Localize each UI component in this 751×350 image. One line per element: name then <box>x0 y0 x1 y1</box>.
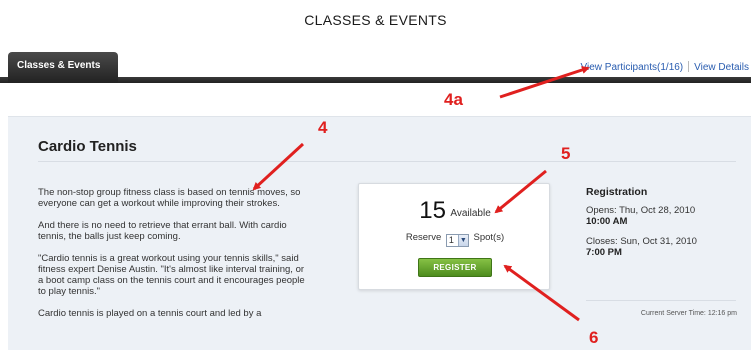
arrow-5 <box>494 169 547 214</box>
callout-6: 6 <box>589 328 599 347</box>
callout-5: 5 <box>561 144 571 163</box>
arrow-4a <box>499 66 590 99</box>
callout-4a: 4a <box>444 90 463 109</box>
callout-4: 4 <box>318 118 328 137</box>
arrow-4 <box>252 142 305 191</box>
annotation-overlay <box>252 66 590 322</box>
arrow-6 <box>503 264 580 322</box>
